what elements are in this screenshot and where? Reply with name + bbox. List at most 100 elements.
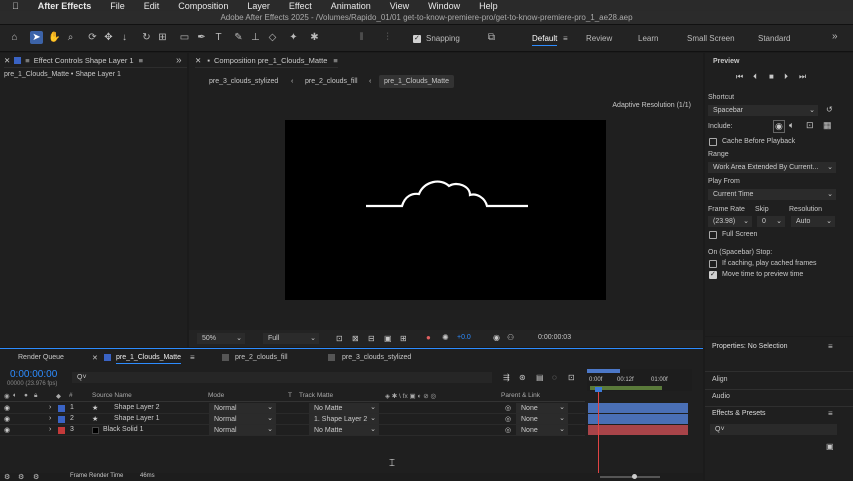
layer-mode-dropdown[interactable]: Normal ⌄ xyxy=(209,425,276,435)
layer-name[interactable]: Shape Layer 1 xyxy=(114,415,160,422)
pick-whip-icon[interactable]: ◎ xyxy=(505,404,511,412)
timeline-tab-pre1[interactable]: pre_1_Clouds_Matte xyxy=(116,354,181,364)
close-icon[interactable]: ✕ xyxy=(195,56,201,65)
next-frame-icon[interactable]: ⏵ xyxy=(784,72,788,82)
viewer-timecode[interactable]: 0:00:00:03 xyxy=(538,334,571,341)
layer-parent-dropdown[interactable]: None ⌄ xyxy=(516,403,568,413)
track-matte-header[interactable]: Track Matte xyxy=(299,392,333,399)
more-workspaces-icon[interactable]: » xyxy=(832,31,838,42)
move-time-checkbox[interactable] xyxy=(709,270,717,279)
selection-tool-icon[interactable]: ➤ xyxy=(30,31,43,44)
panel-menu-icon[interactable]: ≡ xyxy=(25,56,29,65)
properties-panel-title[interactable]: Properties: No Selection xyxy=(712,343,787,350)
close-icon[interactable]: ✕ xyxy=(92,354,98,362)
workspace-small-screen[interactable]: Small Screen xyxy=(687,34,735,43)
comp-lock-icon[interactable]: ▪ xyxy=(207,56,210,65)
frame-rate-dropdown[interactable]: (23.98) ⌄ xyxy=(708,216,752,227)
timeline-tab-pre2[interactable]: pre_2_clouds_fill xyxy=(235,354,288,361)
prev-frame-icon[interactable]: ⏴ xyxy=(753,72,757,82)
snap-options-icon[interactable]: ⧉ xyxy=(485,31,498,44)
show-snapshot-icon[interactable]: ⚇ xyxy=(507,333,514,342)
layer-name[interactable]: Black Solid 1 xyxy=(103,426,143,433)
guides-icon[interactable]: ▣ xyxy=(384,334,392,343)
eye-icon[interactable]: ◉ xyxy=(4,415,10,423)
source-name-header[interactable]: Source Name xyxy=(92,392,132,399)
rotate-tool-icon[interactable]: ↻ xyxy=(140,31,153,44)
work-area-bar[interactable] xyxy=(587,369,620,373)
rectangle-tool-icon[interactable]: ▭ xyxy=(178,31,191,44)
eraser-tool-icon[interactable]: ◇ xyxy=(266,31,279,44)
expand-arrow-icon[interactable]: › xyxy=(49,415,51,422)
roto-brush-tool-icon[interactable]: ✦ xyxy=(287,31,300,44)
snapshot-icon[interactable]: ◉ xyxy=(493,333,500,342)
app-menu[interactable]: After Effects xyxy=(38,1,92,11)
layer-track-matte-dropdown[interactable]: No Matte ⌄ xyxy=(309,425,379,435)
lock-icon[interactable]: 🔒︎ xyxy=(34,392,37,400)
home-icon[interactable]: ⌂ xyxy=(8,31,21,44)
graph-editor-icon[interactable]: ⊡ xyxy=(568,373,575,382)
include-audio-icon[interactable]: 🔈︎ xyxy=(789,120,794,131)
draft-3d-icon[interactable]: ⊛ xyxy=(519,373,526,382)
menu-window[interactable]: Window xyxy=(428,1,460,11)
panel-menu-icon[interactable]: ≡ xyxy=(333,56,337,65)
mask-visibility-icon[interactable]: ⊟ xyxy=(368,334,375,343)
effects-presets-title[interactable]: Effects & Presets xyxy=(712,410,766,417)
effect-controls-tab[interactable]: Effect Controls Shape Layer 1 xyxy=(34,56,134,65)
close-icon[interactable]: ✕ xyxy=(4,56,10,65)
reset-icon[interactable]: ↺ xyxy=(826,105,833,114)
dolly-tool-icon[interactable]: ↓ xyxy=(118,31,131,44)
full-screen-checkbox[interactable] xyxy=(709,231,717,239)
include-overlays-icon[interactable]: ⊡ xyxy=(806,120,814,131)
menu-view[interactable]: View xyxy=(390,1,409,11)
pick-whip-icon[interactable]: ◎ xyxy=(505,415,511,423)
layer-row[interactable]: ◉ › 3 Black Solid 1 Normal ⌄ No Matte ⌄ ◎ … xyxy=(0,425,585,436)
workspace-learn[interactable]: Learn xyxy=(638,34,658,43)
layer-mode-dropdown[interactable]: Normal ⌄ xyxy=(209,403,276,413)
menu-effect[interactable]: Effect xyxy=(289,1,312,11)
brush-tool-icon[interactable]: ✎ xyxy=(232,31,245,44)
layer-duration-bar[interactable] xyxy=(588,425,688,435)
switches-header-icon[interactable]: ◈ ✱ \ fx ▣ ◐ ⊘ ◎ xyxy=(385,392,436,400)
parent-header[interactable]: Parent & Link xyxy=(501,392,540,399)
if-caching-checkbox[interactable] xyxy=(709,260,717,268)
motion-blur-icon[interactable]: ◌ xyxy=(552,373,557,382)
shortcut-dropdown[interactable]: Spacebar ⌄ xyxy=(708,105,818,116)
exposure-icon[interactable]: ✺ xyxy=(442,333,449,342)
play-from-dropdown[interactable]: Current Time ⌄ xyxy=(708,189,836,200)
audio-panel-title[interactable]: Audio xyxy=(712,393,730,400)
orbit-tool-icon[interactable]: ⟳ xyxy=(86,31,99,44)
align-panel-title[interactable]: Align xyxy=(712,376,728,383)
cache-before-playback-checkbox[interactable] xyxy=(709,138,717,146)
first-frame-icon[interactable]: ⏮ xyxy=(736,72,743,82)
layer-parent-dropdown[interactable]: None ⌄ xyxy=(516,414,568,424)
panel-menu-icon[interactable]: ≡ xyxy=(139,56,143,65)
layer-name[interactable]: Shape Layer 2 xyxy=(114,404,160,411)
clone-stamp-tool-icon[interactable]: ⊥ xyxy=(249,31,262,44)
panel-menu-icon[interactable]: ≡ xyxy=(828,409,833,418)
comp-mini-flowchart-icon[interactable]: ⇶ xyxy=(503,373,510,382)
puppet-pin-tool-icon[interactable]: ✱ xyxy=(308,31,321,44)
menu-help[interactable]: Help xyxy=(479,1,498,11)
comp-viewer[interactable] xyxy=(285,120,606,300)
playhead-handle[interactable] xyxy=(595,387,602,392)
layer-parent-dropdown[interactable]: None ⌄ xyxy=(516,425,568,435)
layer-track-matte-dropdown[interactable]: No Matte ⌄ xyxy=(309,403,379,413)
distribute-icon[interactable]: ⫶ xyxy=(381,31,394,44)
workspace-menu-icon[interactable]: ≡ xyxy=(563,34,568,43)
effects-search-input[interactable]: Q˅ xyxy=(710,424,837,435)
skip-dropdown[interactable]: 0 ⌄ xyxy=(757,216,785,227)
zoom-slider[interactable] xyxy=(600,476,660,478)
align-left-icon[interactable]: ⫴ xyxy=(355,31,368,44)
layer-duration-bar[interactable] xyxy=(588,414,688,424)
panel-menu-icon[interactable]: ≡ xyxy=(190,353,195,362)
stop-icon[interactable]: ■ xyxy=(769,72,774,81)
solo-icon[interactable]: ● xyxy=(24,392,28,399)
zoom-tool-icon[interactable]: ⌕ xyxy=(64,31,77,44)
label-icon[interactable]: ◆ xyxy=(56,392,61,400)
pan-tool-icon[interactable]: ✥ xyxy=(102,31,115,44)
quality-dropdown[interactable]: Full ⌄ xyxy=(263,333,319,344)
workspace-standard[interactable]: Standard xyxy=(758,34,790,43)
layer-color-swatch[interactable] xyxy=(58,416,65,423)
mode-header[interactable]: Mode xyxy=(208,392,224,399)
eye-icon[interactable]: ◉ xyxy=(4,404,10,412)
